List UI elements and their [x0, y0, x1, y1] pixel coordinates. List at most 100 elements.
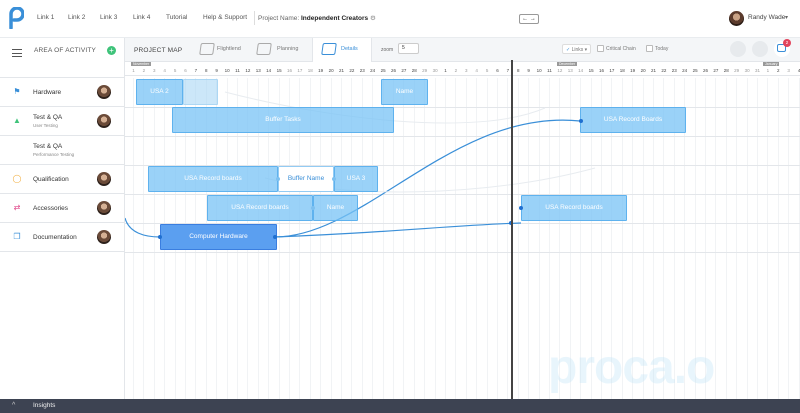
add-activity-button[interactable]: + [107, 46, 116, 55]
tab-flightlend[interactable]: Flightlend [197, 38, 252, 62]
tab-planning[interactable]: Planning [253, 38, 310, 62]
task-bar[interactable]: USA Record boards [521, 195, 627, 221]
task-bar-selected[interactable]: Computer Hardware [160, 224, 277, 250]
timeline-day: 1 [132, 68, 135, 73]
task-bar[interactable]: USA 3 [334, 166, 378, 192]
sidebar-row-test-qa-user[interactable]: ▲ Test & QA User Testing [0, 107, 125, 136]
avatar[interactable] [97, 230, 111, 244]
link-handle[interactable] [579, 119, 583, 123]
chevron-down-icon[interactable]: ▾ [785, 14, 788, 21]
timeline-day: 4 [797, 68, 800, 73]
tab-icon [199, 43, 215, 55]
timeline-day: 15 [588, 68, 594, 73]
timeline-day: 2 [777, 68, 780, 73]
nav-help-support[interactable]: Help & Support [203, 14, 247, 21]
current-date-line[interactable] [511, 60, 513, 399]
nav-tutorial[interactable]: Tutorial [166, 14, 187, 21]
nav-divider [254, 11, 255, 25]
zoom-label: zoom [381, 47, 394, 53]
brand-watermark: proca.o [548, 341, 715, 394]
timeline-day: 4 [475, 68, 478, 73]
page-title: PROJECT MAP [134, 47, 183, 54]
user-avatar[interactable] [729, 11, 744, 26]
timeline-day: 18 [619, 68, 625, 73]
timeline-day: 19 [318, 68, 324, 73]
avatar[interactable] [97, 201, 111, 215]
nav-link-4[interactable]: Link 4 [133, 14, 150, 21]
sidebar-row-hardware[interactable]: ⚑ Hardware [0, 78, 125, 107]
today-checkbox[interactable]: Today [646, 44, 668, 54]
timeline-day: 13 [255, 68, 261, 73]
tool-button-1[interactable] [730, 41, 746, 57]
tab-label: Details [341, 46, 358, 52]
menu-icon[interactable] [12, 49, 22, 60]
task-bar[interactable]: Buffer Name [278, 166, 334, 192]
nav-link-2[interactable]: Link 2 [68, 14, 85, 21]
sidebar-row-test-qa-performance[interactable]: Test & QA Performance Testing [0, 136, 125, 165]
nav-link-3[interactable]: Link 3 [100, 14, 117, 21]
timeline-day: 4 [163, 68, 166, 73]
timeline-day: 12 [245, 68, 251, 73]
task-bar[interactable]: USA Record boards [148, 166, 278, 192]
avatar[interactable] [97, 85, 111, 99]
link-handle[interactable] [519, 206, 523, 210]
notification-button[interactable]: 2 [774, 39, 791, 57]
link-handle[interactable] [158, 235, 162, 239]
task-bar[interactable] [183, 79, 218, 105]
month-label-january: January [763, 62, 780, 66]
sidebar-row-qualification[interactable]: ◯ Qualification [0, 165, 125, 194]
app-logo[interactable] [8, 7, 24, 29]
avatar[interactable] [97, 172, 111, 186]
timeline-day: 3 [153, 68, 156, 73]
timeline-day: 16 [286, 68, 292, 73]
timeline-day: 14 [266, 68, 272, 73]
project-name[interactable]: Project Name: Independent Creators ⚙ [258, 14, 376, 22]
critical-chain-checkbox[interactable]: Critical Chain [597, 44, 636, 54]
sidebar-row-accessories[interactable]: ⇄ Accessories [0, 194, 125, 223]
timeline-day: 9 [215, 68, 218, 73]
link-handle[interactable] [273, 235, 277, 239]
timeline-day: 25 [380, 68, 386, 73]
tab-details[interactable]: Details [312, 38, 372, 62]
timeline-day: 5 [485, 68, 489, 73]
timeline-day: 26 [702, 68, 708, 73]
sidebar-title: AREA OF ACTIVITY [34, 47, 97, 54]
timeline-day: 25 [692, 68, 698, 73]
chevron-up-icon[interactable]: ^ [12, 402, 15, 409]
zoom-input[interactable]: 5 [398, 43, 419, 54]
critical-chain-label: Critical Chain [606, 46, 636, 52]
timeline-day: 19 [630, 68, 636, 73]
timeline-day: 12 [557, 68, 563, 73]
timeline-day: 23 [671, 68, 677, 73]
sidebar-row-documentation[interactable]: ❐ Documentation [0, 223, 125, 252]
project-name-value: Independent Creators [301, 15, 369, 22]
task-bar[interactable]: USA Record Boards [580, 107, 686, 133]
timeline-day: 30 [432, 68, 438, 73]
timeline-day: 6 [496, 68, 499, 73]
nav-link-1[interactable]: Link 1 [37, 14, 54, 21]
row-sublabel: User Testing [33, 123, 58, 128]
task-bar[interactable]: Name [381, 79, 428, 105]
link-handle[interactable] [332, 177, 336, 181]
task-bar[interactable]: Buffer Tasks [172, 107, 394, 133]
user-name[interactable]: Randy Wade [748, 14, 785, 21]
insights-bar[interactable]: ^ Insights [0, 399, 800, 413]
tab-icon [256, 43, 272, 55]
task-bar[interactable]: Name [313, 195, 358, 221]
links-dropdown[interactable]: ✓ Links ▾ [562, 44, 592, 54]
tool-button-2[interactable] [752, 41, 768, 57]
task-bar[interactable]: USA Record boards [207, 195, 313, 221]
check-icon: ✓ [566, 47, 571, 53]
scroll-arrows-button[interactable]: ← → [519, 14, 539, 24]
settings-icon[interactable]: ⚙ [370, 15, 376, 22]
row-label: Documentation [33, 234, 77, 241]
notification-count-badge: 2 [783, 39, 791, 47]
avatar[interactable] [97, 114, 111, 128]
link-handle[interactable] [276, 177, 280, 181]
link-handle[interactable] [311, 206, 315, 210]
task-bar[interactable]: USA 2 [136, 79, 183, 105]
timeline-header: November December January 1 2 3 4 5 6 7 8 9 10 11 1… [125, 62, 800, 76]
timeline-day: 9 [527, 68, 530, 73]
insights-label: Insights [33, 402, 56, 409]
timeline-day: 20 [640, 68, 646, 73]
